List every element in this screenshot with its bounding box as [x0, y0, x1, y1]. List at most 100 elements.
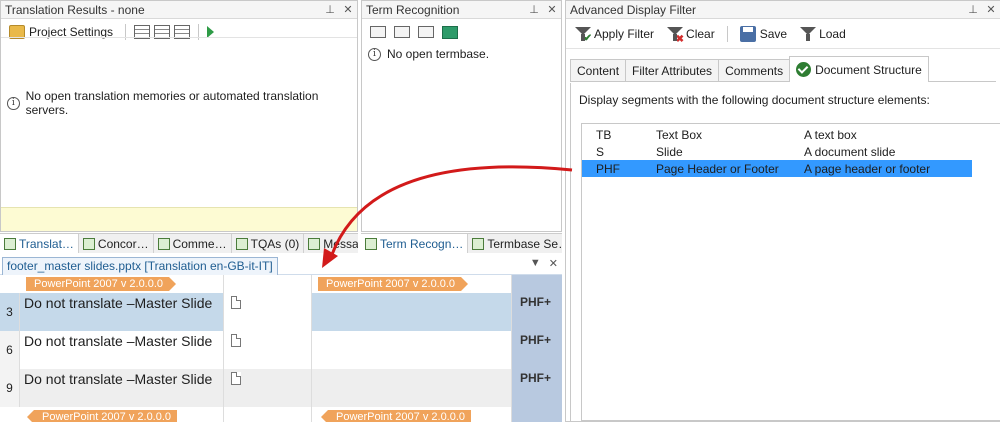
close-icon[interactable]: ✕	[549, 257, 558, 270]
tab-filter-attributes[interactable]: Filter Attributes	[625, 59, 720, 81]
style-cell	[512, 407, 562, 422]
document-tab[interactable]: footer_master slides.pptx [Translation e…	[2, 256, 278, 275]
tab-label: Termbase Se…	[487, 236, 562, 251]
tab-termbase-search[interactable]: Termbase Se…	[468, 234, 562, 253]
close-icon[interactable]: ✕	[339, 3, 357, 16]
pin-icon[interactable]: ⊥	[964, 3, 982, 16]
item-desc: A text box	[804, 127, 857, 142]
target-tag-cell: PowerPoint 2007 v 2.0.0.0	[312, 407, 512, 422]
advanced-filter-tabs: Content Filter Attributes Comments Docum…	[570, 56, 996, 82]
advanced-filter-titlebar: Advanced Display Filter ⊥ ✕	[566, 1, 1000, 19]
tab-label: Document Structure	[815, 62, 922, 77]
list-item[interactable]: TB Text Box A text box	[582, 126, 972, 143]
filter-clear-icon: ✖	[666, 25, 684, 45]
target-tag-cell: PowerPoint 2007 v 2.0.0.0	[312, 275, 512, 293]
document-icon	[231, 334, 241, 347]
status-cell	[224, 293, 312, 331]
target-segment[interactable]	[312, 293, 512, 331]
tab-label: Messag…	[323, 236, 358, 251]
project-settings-button[interactable]: Project Settings	[5, 23, 117, 41]
tab-label: Comme…	[172, 236, 227, 251]
tab-label: Translat…	[19, 236, 74, 251]
tqa-icon	[235, 237, 248, 250]
source-segment[interactable]: Do not translate –Master Slide	[20, 293, 224, 331]
status-bar	[1, 207, 357, 231]
structure-info: PHF+	[512, 293, 562, 331]
apply-filter-label: Apply Filter	[594, 26, 655, 41]
messages-icon	[308, 237, 321, 250]
term-recognition-panel: Term Recognition ⊥ ✕ i No open termbase.	[361, 0, 562, 232]
translation-results-info: i No open translation memories or automa…	[1, 89, 357, 117]
tab-term-recognition[interactable]: Term Recogn…	[361, 234, 469, 253]
tab-content[interactable]: Content	[570, 59, 627, 81]
segment-number: 3	[0, 293, 20, 331]
status-cell	[224, 275, 312, 293]
tab-comments[interactable]: Comme…	[154, 234, 232, 253]
termbase-search-icon	[472, 237, 485, 250]
translation-results-icon	[4, 237, 16, 250]
document-icon	[231, 296, 241, 309]
tab-concordance[interactable]: Concor…	[79, 234, 154, 253]
left-tab-strip: Translat… Concor… Comme… TQAs (0) Messag…	[0, 233, 358, 253]
translation-results-titlebar: Translation Results - none ⊥ ✕	[1, 1, 357, 19]
source-segment[interactable]: Do not translate –Master Slide	[20, 369, 224, 407]
save-label: Save	[759, 26, 788, 41]
item-code: S	[596, 144, 605, 159]
structure-info: PHF+	[512, 369, 562, 407]
comments-icon	[157, 237, 170, 250]
tag-label[interactable]: PowerPoint 2007 v 2.0.0.0	[318, 277, 469, 291]
status-cell	[224, 407, 312, 422]
term-recognition-toolbar	[362, 19, 561, 45]
item-desc: A page header or footer	[804, 161, 931, 176]
item-name: Slide	[656, 144, 683, 159]
source-segment[interactable]: Do not translate –Master Slide	[20, 331, 224, 369]
tab-translation-results[interactable]: Translat…	[0, 234, 79, 253]
translation-results-panel: Translation Results - none ⊥ ✕ Project S…	[0, 0, 358, 232]
pin-icon[interactable]: ⊥	[321, 3, 339, 16]
termbase-icon[interactable]	[442, 25, 458, 39]
target-segment[interactable]	[312, 369, 512, 407]
list-icon[interactable]	[418, 26, 434, 38]
pin-icon[interactable]: ⊥	[525, 3, 543, 16]
translation-results-title: Translation Results - none	[5, 2, 145, 17]
filter-apply-icon: ✔	[574, 25, 592, 44]
status-cell	[224, 331, 312, 369]
table-row[interactable]: 9 Do not translate –Master Slide PHF+	[0, 369, 562, 407]
apply-filter-button[interactable]: ✔ Apply Filter	[570, 23, 658, 45]
item-code: PHF	[596, 161, 620, 176]
clear-label: Clear	[686, 26, 715, 41]
tab-document-structure[interactable]: Document Structure	[789, 56, 929, 82]
row-number-cell	[0, 275, 20, 293]
tag-label[interactable]: PowerPoint 2007 v 2.0.0.0	[26, 277, 177, 291]
concordance-icon	[82, 237, 95, 250]
dropdown-icon[interactable]: ▼	[530, 257, 541, 270]
tag-label[interactable]: PowerPoint 2007 v 2.0.0.0	[26, 410, 178, 422]
tab-tqas[interactable]: TQAs (0)	[232, 234, 305, 253]
tab-comments[interactable]: Comments	[718, 59, 791, 81]
tag-row: PowerPoint 2007 v 2.0.0.0 PowerPoint 200…	[0, 275, 562, 293]
translation-results-toolbar: Project Settings	[1, 19, 357, 45]
list-item-selected[interactable]: PHF Page Header or Footer A page header …	[582, 160, 972, 177]
style-cell	[512, 275, 562, 293]
search-icon[interactable]	[370, 26, 386, 38]
row-number-cell	[0, 407, 20, 422]
target-segment[interactable]	[312, 331, 512, 369]
tab-messages[interactable]: Messag…	[304, 234, 358, 253]
close-icon[interactable]: ✕	[543, 3, 561, 16]
table-row[interactable]: 6 Do not translate –Master Slide PHF+	[0, 331, 562, 369]
term-recognition-info: i No open termbase.	[362, 47, 561, 61]
term-recognition-titlebar: Term Recognition ⊥ ✕	[362, 1, 561, 19]
load-button[interactable]: Load	[795, 23, 850, 45]
save-button[interactable]: Save	[736, 24, 791, 44]
tag-row: PowerPoint 2007 v 2.0.0.0 PowerPoint 200…	[0, 407, 562, 422]
source-tag-cell: PowerPoint 2007 v 2.0.0.0	[20, 407, 224, 422]
tag-label[interactable]: PowerPoint 2007 v 2.0.0.0	[320, 410, 472, 422]
settings-icon[interactable]	[394, 26, 410, 38]
clear-button[interactable]: ✖ Clear	[662, 23, 719, 45]
table-row[interactable]: 3 Do not translate –Master Slide PHF+	[0, 293, 562, 331]
editor-panel: footer_master slides.pptx [Translation e…	[0, 255, 562, 422]
list-item[interactable]: S Slide A document slide	[582, 143, 972, 160]
segment-number: 9	[0, 369, 20, 407]
translation-results-body: i No open translation memories or automa…	[1, 45, 357, 231]
close-icon[interactable]: ✕	[982, 3, 1000, 16]
